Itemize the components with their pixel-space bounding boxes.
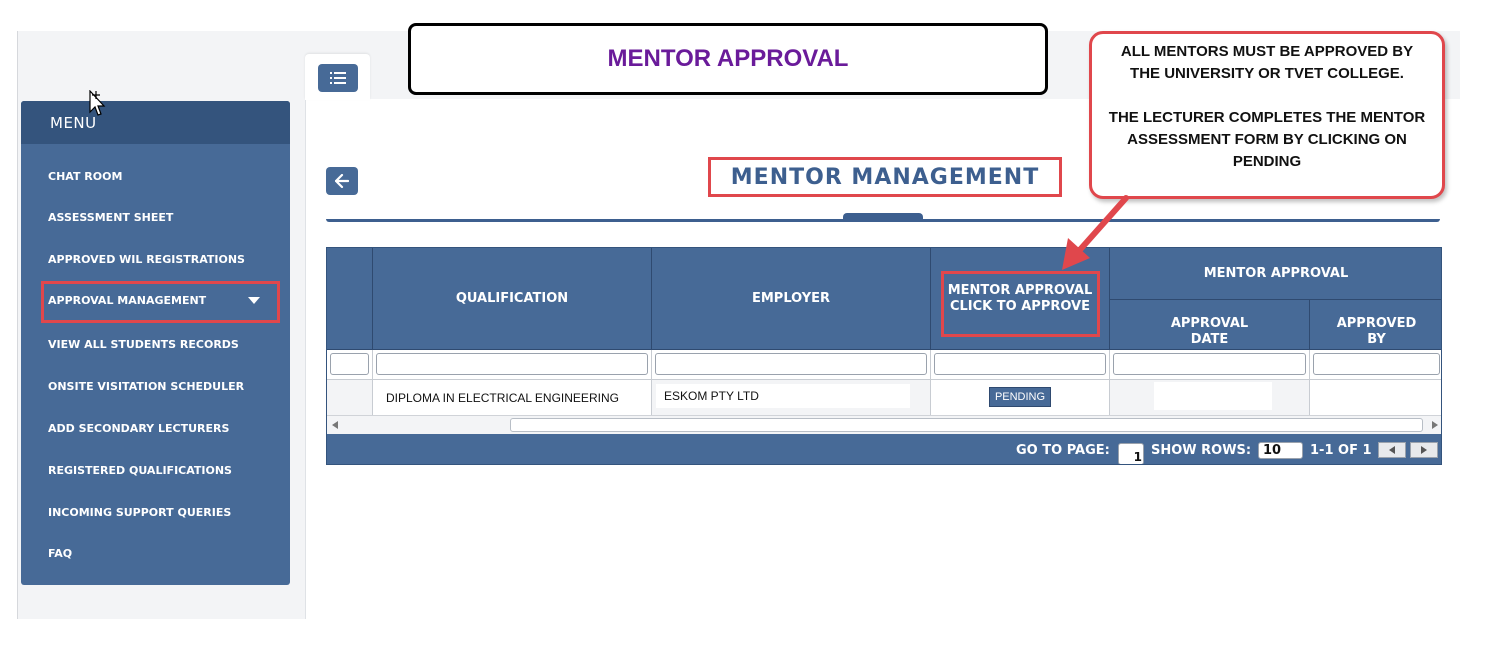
mouse-cursor-icon (89, 90, 106, 116)
annotation-arrow-icon (1062, 195, 1129, 270)
